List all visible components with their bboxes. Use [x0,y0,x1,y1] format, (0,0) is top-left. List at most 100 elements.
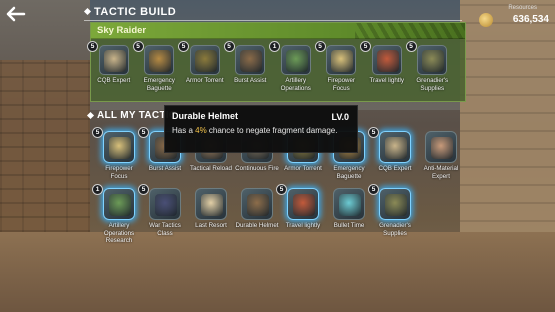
tactic-label: Emergency Baguette [143,77,175,92]
tactic-slot-burst-assist[interactable]: 5 Burst Assist [223,41,274,92]
anti-material-expert-icon [431,137,453,159]
firepower-focus-icon [331,50,354,72]
tactic-slot-bullet-time[interactable]: Bullet Time [326,188,372,245]
build-name: Sky Raider [97,25,147,36]
tactic-label: Armor Torrent [284,165,322,172]
tactic-label: Artillery Operations [280,77,311,92]
tooltip-title: Durable Helmet [172,111,239,121]
tactic-slot-war-tactics-class[interactable]: 5 War Tactics Class [138,184,188,245]
firepower-focus-icon [109,137,131,159]
resources-label: Resources [508,5,537,11]
tactic-card[interactable] [103,131,135,163]
page-title: TACTIC BUILD [94,6,177,18]
back-button[interactable] [6,6,26,24]
tactic-label: Continuous Fire [235,165,279,172]
tactic-card[interactable] [144,45,175,75]
tactic-label: Grenadier's Supplies [379,222,411,237]
tactic-label: Burst Assist [148,165,182,172]
tactic-card[interactable] [379,131,411,163]
level-badge: 5 [314,41,326,52]
tactic-slot-travel-lightly[interactable]: 5 Travel lightly [360,41,410,92]
tactic-card[interactable] [235,45,266,75]
tactic-tooltip: Durable Helmet LV.0 Has a 4% chance to n… [164,105,358,153]
tactic-label: Burst Assist [234,77,267,84]
level-badge: 5 [223,41,235,52]
tactic-card[interactable] [280,45,311,75]
artillery-operations-research-icon [109,194,131,216]
grenadier-s-supplies-icon [422,50,445,72]
tactic-slot-last-resort[interactable]: Last Resort [188,188,234,245]
armor-torrent-icon [194,50,217,72]
level-badge: 5 [92,127,103,138]
tactic-card[interactable] [287,188,319,220]
tooltip-desc-highlight: 4% [195,126,207,135]
tactic-card[interactable] [189,45,220,75]
tactic-slot-durable-helmet[interactable]: Durable Helmet [234,188,280,245]
build-slots: 5 CQB Expert 5 Emergency Baguette 5 Armor Tor… [87,41,465,92]
tactic-grid-row-2: 1 Artillery Operations Research 5 War Tacti… [92,184,418,245]
level-badge: 5 [360,41,371,52]
tactic-card[interactable] [417,45,448,75]
build-header: Sky Raider [91,23,465,39]
level-badge: 5 [132,41,144,52]
level-badge: 5 [368,127,379,138]
travel-lightly-icon [376,50,399,72]
tactic-slot-grenadier-s-supplies[interactable]: 5 Grenadier's Supplies [368,184,418,245]
durable-helmet-icon [247,194,269,216]
last-resort-icon [201,194,223,216]
tactic-card[interactable] [425,131,457,163]
level-badge: 1 [92,184,103,195]
cqb-expert-icon [385,137,407,159]
tactic-slot-firepower-focus[interactable]: 5 Firepower Focus [314,41,365,92]
tactic-slot-grenadier-s-supplies[interactable]: 5 Grenadier's Supplies [405,41,456,92]
travel-lightly-icon [293,194,315,216]
artillery-operations-icon [285,50,308,72]
tactic-slot-artillery-operations[interactable]: 1 Artillery Operations [269,41,319,92]
back-arrow-icon [6,6,26,22]
tactic-label: Anti-Material Expert [423,165,459,180]
tactic-label: CQB Expert [97,77,131,84]
tactic-label: Last Resort [195,222,227,229]
tactic-slot-emergency-baguette[interactable]: 5 Emergency Baguette [132,41,183,92]
tooltip-level: LV.0 [331,112,349,122]
tactic-card[interactable] [241,188,273,220]
tactic-card[interactable] [103,188,135,220]
tactic-label: Durable Helmet [235,222,279,229]
tactic-card[interactable] [371,45,402,75]
war-tactics-class-icon [155,194,177,216]
tactic-slot-travel-lightly[interactable]: 5 Travel lightly [276,184,326,245]
tactic-card[interactable] [333,188,365,220]
tactic-label: War Tactics Class [149,222,181,237]
tactic-label: Firepower Focus [105,165,133,180]
level-badge: 5 [276,184,287,195]
tactic-label: Grenadier's Supplies [416,77,449,92]
level-badge: 5 [178,41,189,52]
tactic-label: Armor Torrent [185,77,224,84]
tactic-label: Travel lightly [285,222,321,229]
tactic-card[interactable] [379,188,411,220]
tactic-slot-anti-material-expert[interactable]: Anti-Material Expert [418,131,464,180]
level-badge: 5 [87,41,98,52]
tactic-slot-firepower-focus[interactable]: 5 Firepower Focus [92,127,142,180]
cqb-expert-icon [103,50,126,72]
background-wall-left [0,60,90,260]
tactic-card[interactable] [98,45,129,75]
tactic-slot-cqb-expert[interactable]: 5 CQB Expert [87,41,137,92]
tactic-slot-artillery-operations-research[interactable]: 1 Artillery Operations Research [92,184,142,245]
level-badge: 5 [138,127,149,138]
tactic-slot-armor-torrent[interactable]: 5 Armor Torrent [178,41,228,92]
title-divider [84,20,462,21]
tactic-card[interactable] [195,188,227,220]
tactic-label: Travel lightly [369,77,405,84]
tactic-slot-cqb-expert[interactable]: 5 CQB Expert [368,127,418,180]
tactic-card[interactable] [326,45,357,75]
bullet-time-icon [339,194,361,216]
tactic-card[interactable] [149,188,181,220]
grenadier-s-supplies-icon [385,194,407,216]
tactic-build-panel: Sky Raider 5 CQB Expert 5 Emergency Baguett… [87,22,466,102]
tactic-label: Tactical Reload [190,165,232,172]
resources-display: Resources 636,534 [479,5,549,31]
tactic-label: Emergency Baguette [333,165,365,180]
burst-assist-icon [240,50,263,72]
emergency-baguette-icon [149,50,172,72]
